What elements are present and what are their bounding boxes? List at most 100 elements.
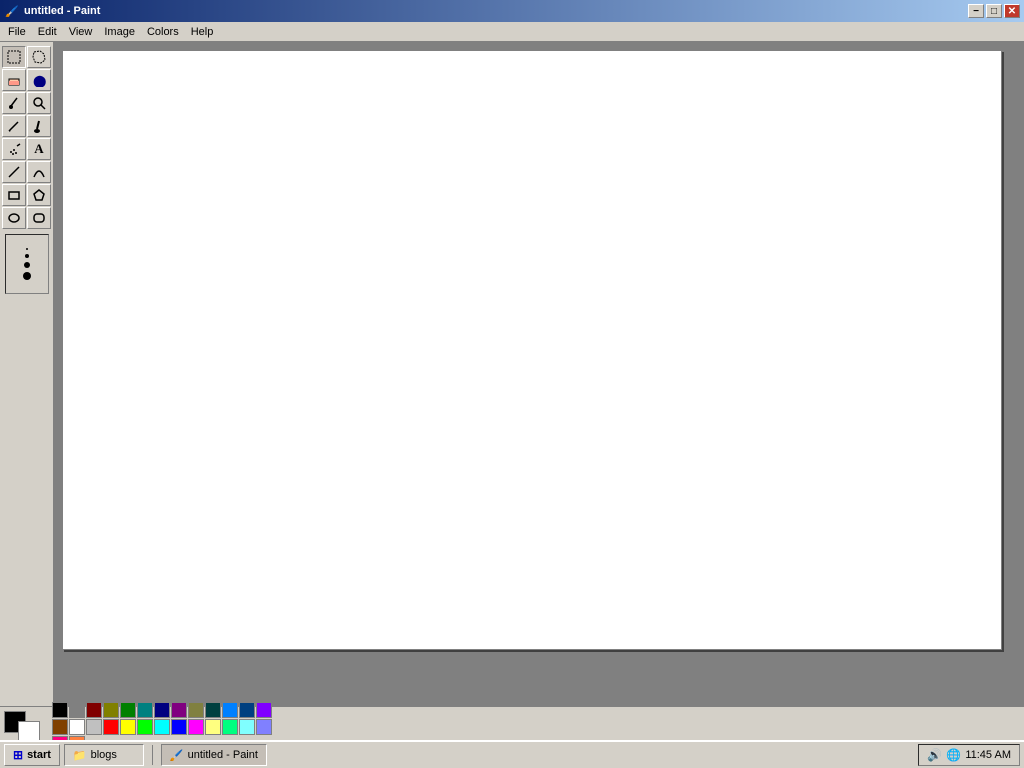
menu-colors[interactable]: Colors <box>141 24 185 40</box>
tool-brush[interactable] <box>27 115 51 137</box>
color-white[interactable] <box>69 719 85 735</box>
polygon-icon <box>32 188 46 202</box>
color-purple[interactable] <box>171 702 187 718</box>
curve-icon <box>32 165 46 179</box>
tool-row-1 <box>2 46 51 68</box>
clock: 11:45 AM <box>965 749 1011 761</box>
taskbar-paint-window[interactable]: 🖌️ untitled - Paint <box>161 744 267 766</box>
menu-help[interactable]: Help <box>185 24 220 40</box>
color-red[interactable] <box>103 719 119 735</box>
color-olive[interactable] <box>103 702 119 718</box>
color-brown[interactable] <box>52 719 68 735</box>
tool-line[interactable] <box>2 161 26 183</box>
color-blue-mid[interactable] <box>239 702 255 718</box>
color-blue-light[interactable] <box>222 702 238 718</box>
title-bar: 🖌️ untitled - Paint − □ ✕ <box>0 0 1024 22</box>
paint-canvas[interactable] <box>62 50 1002 650</box>
tray-icon-2: 🌐 <box>946 748 961 762</box>
brush-size-preview <box>5 234 49 294</box>
select-rect-icon <box>7 50 21 64</box>
color-dark-gray[interactable] <box>69 702 85 718</box>
color-yellow[interactable] <box>120 719 136 735</box>
menu-file[interactable]: File <box>2 24 32 40</box>
title-bar-text: untitled - Paint <box>24 5 100 17</box>
start-label: start <box>27 749 51 761</box>
brush-icon <box>32 119 46 133</box>
tool-airbrush[interactable] <box>2 138 26 160</box>
tool-rectangle[interactable] <box>2 184 26 206</box>
color-blue[interactable] <box>171 719 187 735</box>
color-green[interactable] <box>120 702 136 718</box>
minimize-button[interactable]: − <box>968 4 984 18</box>
color-black[interactable] <box>52 702 68 718</box>
close-button[interactable]: ✕ <box>1004 4 1020 18</box>
title-bar-controls: − □ ✕ <box>968 4 1020 18</box>
current-colors <box>4 711 40 743</box>
color-lime[interactable] <box>137 719 153 735</box>
menu-image[interactable]: Image <box>98 24 141 40</box>
rounded-rect-icon <box>32 211 46 225</box>
start-button[interactable]: ⊞ start <box>4 744 60 766</box>
paint-window-label: untitled - Paint <box>188 749 258 761</box>
canvas-area[interactable] <box>54 42 1024 706</box>
size-dot-4[interactable] <box>23 272 31 280</box>
tool-row-3 <box>2 92 51 114</box>
text-icon: A <box>34 141 43 157</box>
tray-icon-1: 🔊 <box>927 748 942 762</box>
color-cyan[interactable] <box>154 719 170 735</box>
size-dot-1[interactable] <box>26 248 28 250</box>
toolbar: ⬤ <box>0 42 54 706</box>
size-dot-2[interactable] <box>25 254 29 258</box>
color-violet[interactable] <box>256 702 272 718</box>
eyedropper-icon <box>7 96 21 110</box>
tool-fill[interactable]: ⬤ <box>27 69 51 91</box>
rectangle-icon <box>7 188 21 202</box>
color-green-light[interactable] <box>222 719 238 735</box>
tool-polygon[interactable] <box>27 184 51 206</box>
color-cyan-light[interactable] <box>239 719 255 735</box>
color-olive-dark[interactable] <box>188 702 204 718</box>
taskbar-blogs[interactable]: 📁 blogs <box>64 744 144 766</box>
svg-text:⬤: ⬤ <box>33 74 46 87</box>
eraser-icon <box>7 73 21 87</box>
tool-eraser[interactable] <box>2 69 26 91</box>
tool-row-5: A <box>2 138 51 160</box>
menu-view[interactable]: View <box>63 24 99 40</box>
tool-row-8 <box>2 207 51 229</box>
line-icon <box>7 165 21 179</box>
main-container: ⬤ <box>0 42 1024 768</box>
fill-icon: ⬤ <box>32 73 46 87</box>
tool-row-2: ⬤ <box>2 69 51 91</box>
color-silver[interactable] <box>86 719 102 735</box>
tool-curve[interactable] <box>27 161 51 183</box>
color-dark-teal[interactable] <box>205 702 221 718</box>
menu-bar: File Edit View Image Colors Help <box>0 22 1024 42</box>
select-free-icon <box>32 50 46 64</box>
color-teal[interactable] <box>137 702 153 718</box>
tool-row-7 <box>2 184 51 206</box>
menu-edit[interactable]: Edit <box>32 24 63 40</box>
color-maroon[interactable] <box>86 702 102 718</box>
pencil-icon <box>7 119 21 133</box>
tool-magnifier[interactable] <box>27 92 51 114</box>
size-dot-3[interactable] <box>24 262 30 268</box>
tool-select-rect[interactable] <box>2 46 26 68</box>
maximize-button[interactable]: □ <box>986 4 1002 18</box>
color-lavender[interactable] <box>256 719 272 735</box>
tool-pencil[interactable] <box>2 115 26 137</box>
airbrush-icon <box>7 142 21 156</box>
tool-row-6 <box>2 161 51 183</box>
color-navy[interactable] <box>154 702 170 718</box>
paint-icon: 🖌️ <box>170 749 184 762</box>
tool-text[interactable]: A <box>27 138 51 160</box>
folder-icon: 📁 <box>73 749 87 762</box>
tool-row-4 <box>2 115 51 137</box>
color-magenta[interactable] <box>188 719 204 735</box>
magnifier-icon <box>32 96 46 110</box>
tool-rounded-rect[interactable] <box>27 207 51 229</box>
windows-logo-icon: ⊞ <box>13 748 23 762</box>
tool-select-free[interactable] <box>27 46 51 68</box>
color-yellow-light[interactable] <box>205 719 221 735</box>
tool-ellipse[interactable] <box>2 207 26 229</box>
tool-eyedropper[interactable] <box>2 92 26 114</box>
